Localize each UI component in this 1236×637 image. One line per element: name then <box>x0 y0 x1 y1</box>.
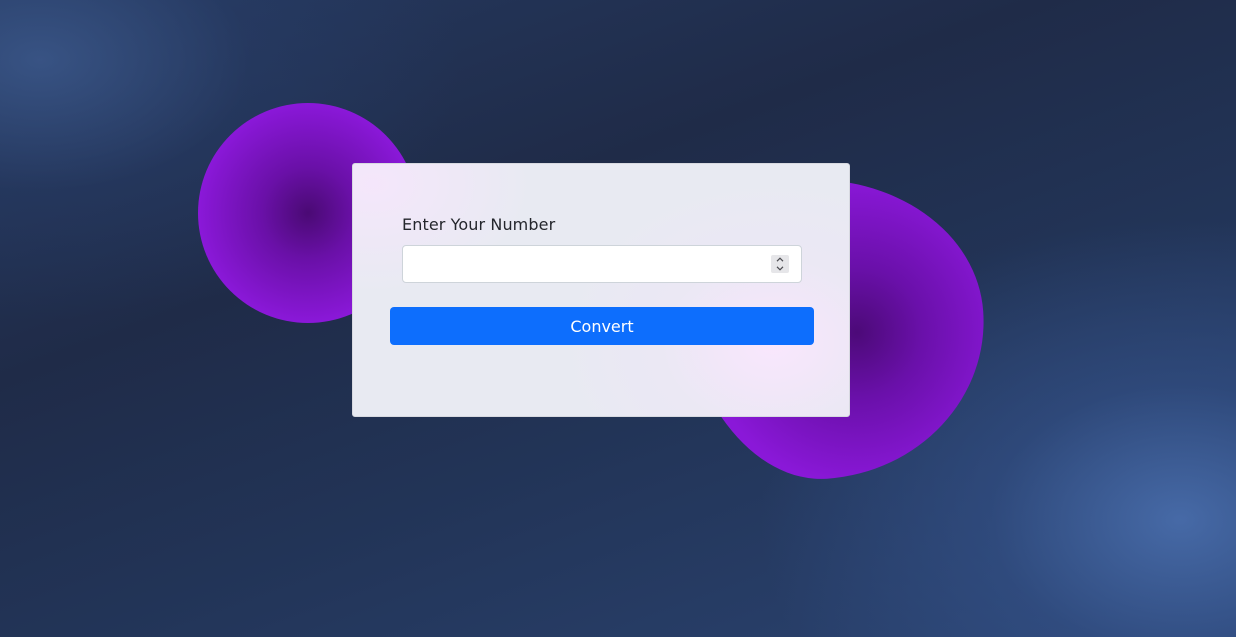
number-label: Enter Your Number <box>402 215 556 234</box>
number-spinner[interactable] <box>771 255 789 273</box>
convert-button[interactable]: Convert <box>390 307 814 345</box>
number-input[interactable] <box>403 246 763 282</box>
chevron-up-icon[interactable] <box>771 255 789 264</box>
number-field <box>402 245 802 283</box>
converter-card: Enter Your Number Convert <box>352 163 850 417</box>
chevron-down-icon[interactable] <box>771 264 789 273</box>
